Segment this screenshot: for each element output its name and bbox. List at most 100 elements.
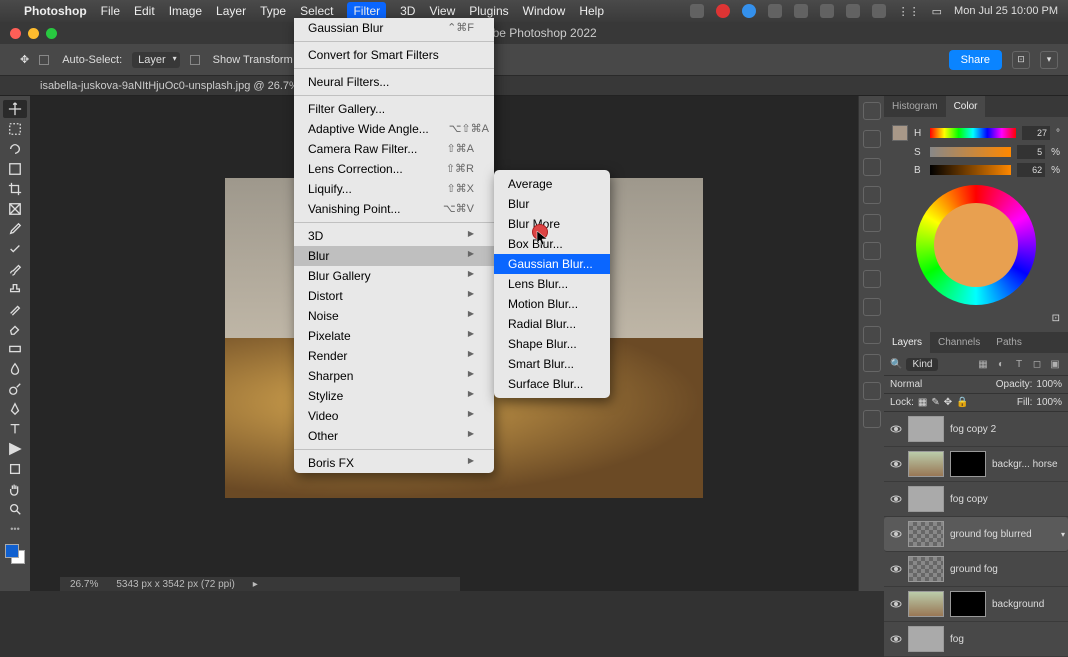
sat-slider[interactable] xyxy=(930,147,1011,157)
panel-chip[interactable] xyxy=(863,242,881,260)
share-button[interactable]: Share xyxy=(949,50,1002,70)
minimize-window[interactable] xyxy=(28,28,39,39)
frame-tool[interactable] xyxy=(3,200,27,218)
foreground-color[interactable] xyxy=(5,544,19,558)
tab-histogram[interactable]: Histogram xyxy=(884,96,946,117)
submenu-item-blur-more[interactable]: Blur More xyxy=(494,214,610,234)
gradient-tool[interactable] xyxy=(3,340,27,358)
type-tool[interactable] xyxy=(3,420,27,438)
visibility-icon[interactable] xyxy=(890,493,902,505)
layer-row[interactable]: ground fog xyxy=(884,552,1068,587)
panel-chip[interactable] xyxy=(863,130,881,148)
menu-layer[interactable]: Layer xyxy=(216,4,246,18)
sat-value[interactable]: 5 xyxy=(1017,145,1045,159)
menu-help[interactable]: Help xyxy=(579,4,604,18)
panel-chip[interactable] xyxy=(863,270,881,288)
tab-paths[interactable]: Paths xyxy=(988,332,1030,353)
visibility-icon[interactable] xyxy=(890,598,902,610)
layer-name[interactable]: background xyxy=(992,599,1044,610)
panel-chip[interactable] xyxy=(863,186,881,204)
panel-chip[interactable] xyxy=(863,410,881,428)
color-wheel[interactable] xyxy=(916,185,1036,305)
fill-value[interactable]: 100% xyxy=(1036,397,1062,408)
tab-channels[interactable]: Channels xyxy=(930,332,988,353)
battery-icon[interactable]: ▭ xyxy=(932,5,942,18)
filter-pixel-icon[interactable]: ▦ xyxy=(976,357,990,371)
menu-3d[interactable]: 3D xyxy=(400,4,415,18)
workspace-icon[interactable]: ▾ xyxy=(1040,51,1058,69)
menu-select[interactable]: Select xyxy=(300,4,333,18)
shape-tool[interactable] xyxy=(3,460,27,478)
tab-color[interactable]: Color xyxy=(946,96,986,117)
search-icon[interactable]: ⊡ xyxy=(1012,51,1030,69)
visibility-icon[interactable] xyxy=(890,563,902,575)
layer-thumbnail[interactable] xyxy=(908,416,944,442)
color-swatches[interactable] xyxy=(5,544,25,564)
menu-item-vanishing-point-[interactable]: Vanishing Point...⌥⌘V xyxy=(294,199,494,219)
bri-slider[interactable] xyxy=(930,165,1011,175)
lock-all-icon[interactable]: 🔒 xyxy=(956,397,968,408)
menu-edit[interactable]: Edit xyxy=(134,4,155,18)
layer-row[interactable]: fog copy xyxy=(884,482,1068,517)
hue-slider[interactable] xyxy=(930,128,1016,138)
menu-item-liquify-[interactable]: Liquify...⇧⌘X xyxy=(294,179,494,199)
menu-photoshop[interactable]: Photoshop xyxy=(24,4,87,18)
layer-name[interactable]: ground fog xyxy=(950,564,998,575)
menu-item-video[interactable]: Video xyxy=(294,406,494,426)
menu-item-pixelate[interactable]: Pixelate xyxy=(294,326,494,346)
menu-item-blur-gallery[interactable]: Blur Gallery xyxy=(294,266,494,286)
menu-plugins[interactable]: Plugins xyxy=(469,4,508,18)
eraser-tool[interactable] xyxy=(3,320,27,338)
submenu-item-surface-blur-[interactable]: Surface Blur... xyxy=(494,374,610,394)
layer-row[interactable]: backgr... horse xyxy=(884,447,1068,482)
panel-expand-icon[interactable]: ⊡ xyxy=(1052,313,1060,324)
lock-position-icon[interactable]: ✥ xyxy=(944,397,952,408)
layer-name[interactable]: ground fog blurred xyxy=(950,529,1032,540)
submenu-item-gaussian-blur-[interactable]: Gaussian Blur... xyxy=(494,254,610,274)
menu-item-convert-for-smart-filters[interactable]: Convert for Smart Filters xyxy=(294,45,494,65)
selection-tool[interactable] xyxy=(3,160,27,178)
menu-item-boris-fx[interactable]: Boris FX xyxy=(294,453,494,473)
path-tool[interactable] xyxy=(3,440,27,458)
blur-tool[interactable] xyxy=(3,360,27,378)
layer-thumbnail[interactable] xyxy=(908,626,944,652)
eyedropper-tool[interactable] xyxy=(3,220,27,238)
visibility-icon[interactable] xyxy=(890,458,902,470)
crop-tool[interactable] xyxy=(3,180,27,198)
opacity-value[interactable]: 100% xyxy=(1036,379,1062,390)
layer-row[interactable]: fog copy 2 xyxy=(884,412,1068,447)
lock-transparency-icon[interactable]: ▦ xyxy=(918,397,927,408)
layer-thumbnail[interactable] xyxy=(908,486,944,512)
submenu-item-shape-blur-[interactable]: Shape Blur... xyxy=(494,334,610,354)
layer-thumbnail[interactable] xyxy=(908,591,944,617)
close-window[interactable] xyxy=(10,28,21,39)
menu-file[interactable]: File xyxy=(101,4,120,18)
submenu-item-motion-blur-[interactable]: Motion Blur... xyxy=(494,294,610,314)
panel-chip[interactable] xyxy=(863,326,881,344)
panel-chip[interactable] xyxy=(863,214,881,232)
layer-thumbnail[interactable] xyxy=(908,451,944,477)
dodge-tool[interactable] xyxy=(3,380,27,398)
visibility-icon[interactable] xyxy=(890,633,902,645)
lock-pixels-icon[interactable]: ✎ xyxy=(931,397,939,408)
layer-name[interactable]: backgr... horse xyxy=(992,459,1058,470)
menu-item-other[interactable]: Other xyxy=(294,426,494,446)
marquee-tool[interactable] xyxy=(3,120,27,138)
layer-row[interactable]: fog xyxy=(884,622,1068,657)
menu-item-lens-correction-[interactable]: Lens Correction...⇧⌘R xyxy=(294,159,494,179)
zoom-level[interactable]: 26.7% xyxy=(70,579,98,590)
color-preview[interactable] xyxy=(892,125,908,141)
panel-chip[interactable] xyxy=(863,102,881,120)
filter-adjust-icon[interactable]: ◐ xyxy=(994,357,1008,371)
panel-chip[interactable] xyxy=(863,382,881,400)
submenu-item-average[interactable]: Average xyxy=(494,174,610,194)
submenu-item-lens-blur-[interactable]: Lens Blur... xyxy=(494,274,610,294)
layer-thumbnail[interactable] xyxy=(908,556,944,582)
menu-item-blur[interactable]: Blur xyxy=(294,246,494,266)
brush-tool[interactable] xyxy=(3,260,27,278)
filter-type-icon[interactable]: T xyxy=(1012,357,1026,371)
hue-value[interactable]: 27 xyxy=(1022,126,1050,140)
menu-item-filter-gallery-[interactable]: Filter Gallery... xyxy=(294,99,494,119)
menu-item-neural-filters-[interactable]: Neural Filters... xyxy=(294,72,494,92)
pen-tool[interactable] xyxy=(3,400,27,418)
